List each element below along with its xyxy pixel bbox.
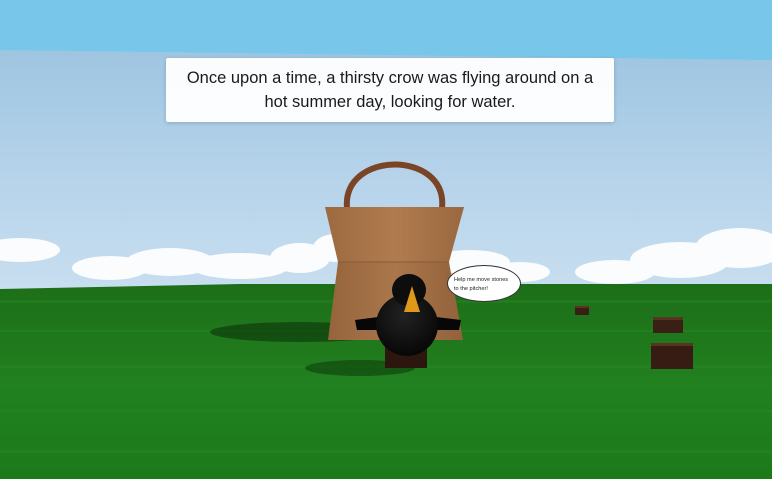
speech-bubble: Help me move stones to the pitcher! bbox=[447, 265, 521, 302]
story-panel: Once upon a time, a thirsty crow was fly… bbox=[166, 58, 614, 122]
sky-band bbox=[0, 0, 772, 60]
stone[interactable] bbox=[653, 317, 683, 333]
stone[interactable] bbox=[575, 306, 589, 315]
stone[interactable] bbox=[651, 343, 693, 369]
speech-bubble-text: Help me move stones to the pitcher! bbox=[454, 277, 509, 292]
pitcher-upper-body bbox=[325, 207, 464, 262]
story-text: Once upon a time, a thirsty crow was fly… bbox=[186, 69, 594, 111]
